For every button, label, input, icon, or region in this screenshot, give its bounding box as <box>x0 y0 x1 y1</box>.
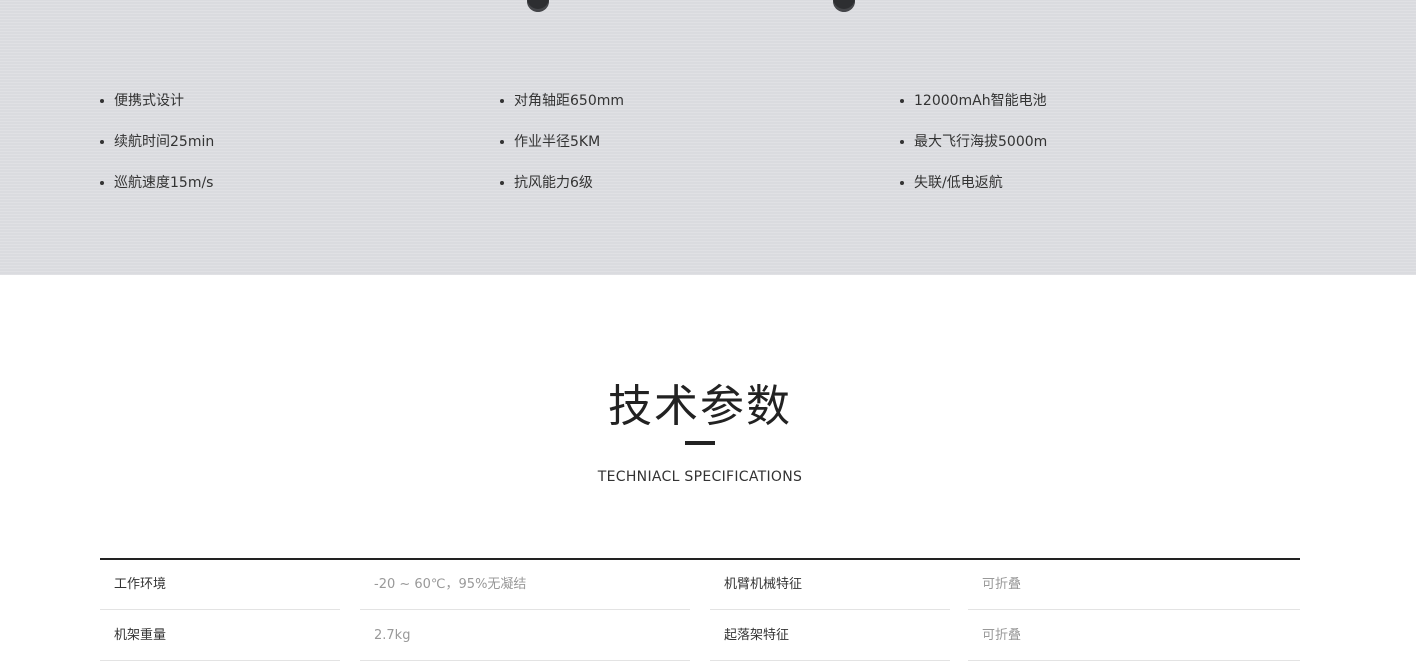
feature-text: 便携式设计 <box>114 93 184 109</box>
feature-text: 12000mAh智能电池 <box>914 93 1047 109</box>
feature-item: 作业半径5KM <box>500 131 900 172</box>
feature-item: 续航时间25min <box>100 131 500 172</box>
feature-text: 作业半径5KM <box>514 134 601 150</box>
spec-label: 机臂机械特征 <box>710 560 950 610</box>
feature-text: 对角轴距650mm <box>514 93 624 109</box>
feature-text: 失联/低电返航 <box>914 175 1003 191</box>
table-row: 机架重量 2.7kg 起落架特征 可折叠 <box>100 611 1300 662</box>
bullet-dot-icon <box>900 140 904 144</box>
bullet-dot-icon <box>100 99 104 103</box>
feature-column-3: 12000mAh智能电池 最大飞行海拔5000m 失联/低电返航 <box>900 90 1300 213</box>
title-underline-bar <box>685 441 715 445</box>
features-section: 便携式设计 续航时间25min 巡航速度15m/s 对角轴距650mm 作业半径… <box>0 0 1416 275</box>
feature-text: 抗风能力6级 <box>514 175 593 191</box>
feature-column-1: 便携式设计 续航时间25min 巡航速度15m/s <box>100 90 500 213</box>
drone-landing-foot-left <box>527 0 549 12</box>
spec-value: 可折叠 <box>968 560 1300 610</box>
spec-value: -20 ~ 60℃，95%无凝结 <box>360 560 690 610</box>
feature-column-2: 对角轴距650mm 作业半径5KM 抗风能力6级 <box>500 90 900 213</box>
feature-item: 便携式设计 <box>100 90 500 131</box>
spec-value: 可折叠 <box>968 611 1300 661</box>
feature-item: 巡航速度15m/s <box>100 172 500 213</box>
feature-item: 失联/低电返航 <box>900 172 1300 213</box>
bullet-dot-icon <box>900 99 904 103</box>
bullet-dot-icon <box>900 181 904 185</box>
feature-item: 对角轴距650mm <box>500 90 900 131</box>
spec-label: 工作环境 <box>100 560 340 610</box>
feature-item: 12000mAh智能电池 <box>900 90 1300 131</box>
feature-item: 最大飞行海拔5000m <box>900 131 1300 172</box>
bullet-dot-icon <box>100 140 104 144</box>
bullet-dot-icon <box>500 181 504 185</box>
feature-list: 便携式设计 续航时间25min 巡航速度15m/s 对角轴距650mm 作业半径… <box>100 90 1300 213</box>
bullet-dot-icon <box>100 181 104 185</box>
feature-item: 抗风能力6级 <box>500 172 900 213</box>
spec-label: 起落架特征 <box>710 611 950 661</box>
bullet-dot-icon <box>500 140 504 144</box>
table-row: 工作环境 -20 ~ 60℃，95%无凝结 机臂机械特征 可折叠 <box>100 560 1300 611</box>
spec-value: 2.7kg <box>360 611 690 661</box>
feature-text: 巡航速度15m/s <box>114 175 214 191</box>
section-title: 技术参数 <box>608 381 792 432</box>
drone-landing-foot-right <box>833 0 855 12</box>
spec-label: 机架重量 <box>100 611 340 661</box>
bullet-dot-icon <box>500 99 504 103</box>
feature-text: 续航时间25min <box>114 134 215 150</box>
feature-text: 最大飞行海拔5000m <box>914 134 1048 150</box>
spec-table: 工作环境 -20 ~ 60℃，95%无凝结 机臂机械特征 可折叠 机架重量 2.… <box>100 558 1300 662</box>
section-subtitle: TECHNIACL SPECIFICATIONS <box>597 469 803 485</box>
